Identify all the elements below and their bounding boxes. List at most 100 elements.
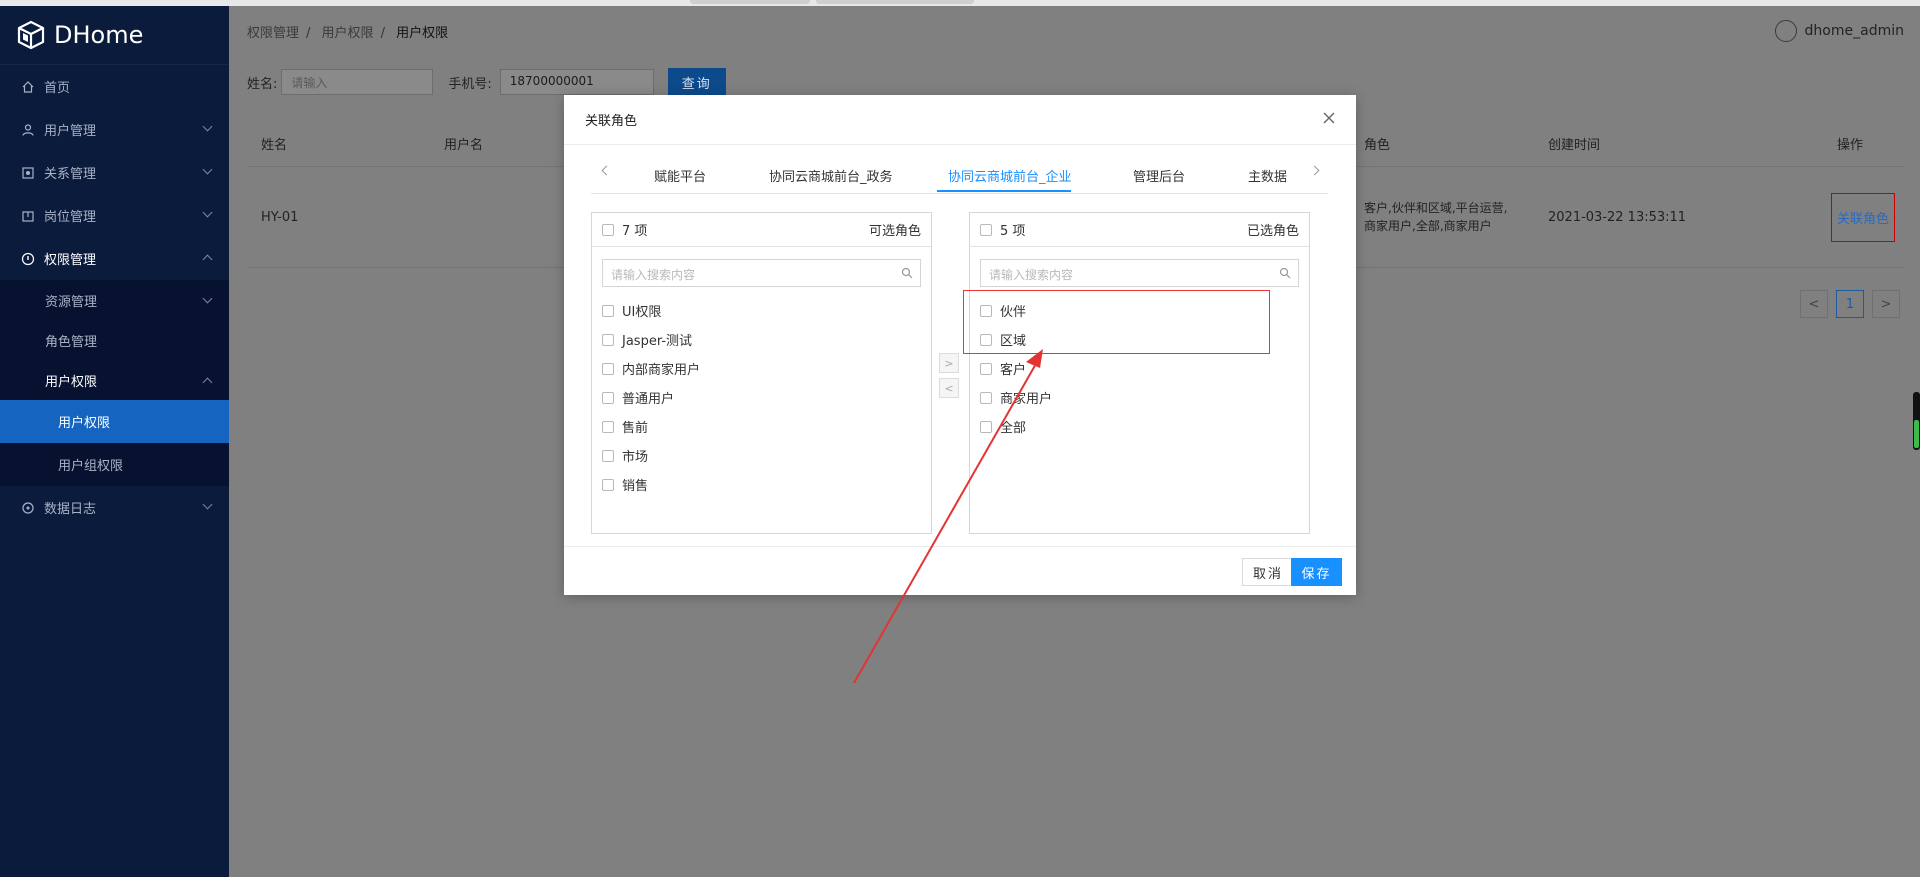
- avatar-icon: [1774, 20, 1797, 42]
- tab-mall-government[interactable]: 协同云商城前台_政务: [769, 166, 893, 185]
- list-item[interactable]: 市场: [602, 441, 931, 470]
- user-icon: [22, 123, 34, 136]
- tab-admin-backend[interactable]: 管理后台: [1133, 166, 1185, 185]
- tab-empower-platform[interactable]: 赋能平台: [654, 166, 706, 185]
- move-right-button[interactable]: >: [939, 353, 959, 373]
- checkbox[interactable]: [602, 362, 614, 375]
- sidebar-item-label: 用户权限: [45, 374, 98, 390]
- list-item[interactable]: 普通用户: [602, 383, 931, 412]
- breadcrumb-current: 用户权限: [396, 26, 449, 41]
- list-item[interactable]: 售前: [602, 412, 931, 441]
- search-icon: [1279, 267, 1291, 279]
- list-item-label: 全部: [1000, 421, 1027, 436]
- breadcrumb-item[interactable]: 用户权限: [322, 26, 374, 41]
- chevron-down-icon: [202, 164, 213, 175]
- list-item[interactable]: UI权限: [602, 296, 931, 325]
- transfer-buttons: > <: [939, 353, 959, 403]
- checkbox[interactable]: [602, 478, 614, 491]
- browser-top-strip: [0, 0, 1920, 6]
- sidebar-item-relation-management[interactable]: 关系管理: [0, 151, 229, 194]
- list-item[interactable]: 客户: [980, 354, 1309, 383]
- chevron-down-icon: [202, 499, 213, 510]
- pagination-prev[interactable]: <: [1800, 290, 1828, 318]
- pagination: < 1 >: [1792, 290, 1900, 318]
- pagination-page[interactable]: 1: [1836, 290, 1864, 318]
- save-button[interactable]: 保存: [1291, 558, 1342, 586]
- chevron-down-icon: [202, 207, 213, 218]
- sidebar-item-resource-management[interactable]: 资源管理: [0, 280, 229, 320]
- list-item[interactable]: 商家用户: [980, 383, 1309, 412]
- breadcrumb-item[interactable]: 权限管理: [247, 26, 299, 41]
- scroll-indicator[interactable]: [1913, 392, 1920, 450]
- browser-tab[interactable]: [816, 0, 974, 4]
- sidebar-item-label: 资源管理: [45, 294, 98, 310]
- panel-header: 5 项 已选角色: [970, 213, 1309, 247]
- search-input[interactable]: 请输入搜索内容: [980, 259, 1299, 287]
- brand-name: DHome: [54, 21, 144, 49]
- user-name: dhome_admin: [1804, 23, 1904, 39]
- sidebar-item-label: 用户管理: [44, 124, 97, 139]
- select-all-checkbox[interactable]: [980, 223, 992, 236]
- tab-mall-enterprise[interactable]: 协同云商城前台_企业: [948, 166, 1072, 185]
- query-button[interactable]: 查询: [667, 68, 726, 96]
- select-all-checkbox[interactable]: [602, 223, 614, 236]
- cancel-button[interactable]: 取消: [1242, 558, 1294, 586]
- sidebar-item-post-management[interactable]: 岗位管理: [0, 194, 229, 237]
- search-icon: [901, 267, 913, 279]
- checkbox[interactable]: [980, 362, 992, 375]
- checkbox[interactable]: [980, 391, 992, 404]
- cell-roles: 客户,伙伴和区域,平台运营, 商家用户,全部,商家用户: [1364, 199, 1524, 235]
- list-item[interactable]: 全部: [980, 412, 1309, 441]
- checkbox[interactable]: [602, 420, 614, 433]
- checkbox[interactable]: [980, 420, 992, 433]
- pagination-next[interactable]: >: [1872, 290, 1900, 318]
- list-item[interactable]: 销售: [602, 470, 931, 499]
- sidebar-item-user-management[interactable]: 用户管理: [0, 108, 229, 151]
- list-item-label: 普通用户: [622, 392, 675, 407]
- tab-scroll-left-icon[interactable]: [601, 165, 612, 176]
- selected-roles-panel: 5 项 已选角色 请输入搜索内容 伙伴 区域 客户 商家用户 全部: [969, 212, 1310, 534]
- name-input[interactable]: 请输入: [281, 69, 434, 95]
- close-icon[interactable]: [1322, 111, 1336, 125]
- sidebar-item-user-permission[interactable]: 用户权限: [0, 400, 229, 443]
- cell-roles-line: 客户,伙伴和区域,平台运营,: [1364, 201, 1508, 215]
- brand[interactable]: DHome: [0, 6, 229, 65]
- sidebar-item-user-group-permission[interactable]: 用户组权限: [0, 443, 229, 486]
- sidebar-item-permission-management[interactable]: 权限管理: [0, 237, 229, 280]
- browser-tab[interactable]: [690, 0, 810, 4]
- move-left-button[interactable]: <: [939, 378, 959, 398]
- chevron-down-icon: [202, 293, 213, 304]
- checkbox[interactable]: [602, 304, 614, 317]
- list-item-label: 销售: [622, 479, 649, 494]
- sidebar-item-label: 角色管理: [45, 334, 98, 350]
- sidebar-item-role-management[interactable]: 角色管理: [0, 320, 229, 360]
- sidebar-item-data-log[interactable]: 数据日志: [0, 486, 229, 529]
- list-item[interactable]: Jasper-测试: [602, 325, 931, 354]
- cell-name: HY-01: [261, 209, 299, 225]
- panel-title: 已选角色: [1246, 224, 1299, 239]
- column-header-name: 姓名: [261, 137, 288, 153]
- sidebar: DHome 首页 用户管理 关系管理 岗位管理 权限管理 资源管理 角色管理 用…: [0, 6, 229, 877]
- link-associate-role[interactable]: 关联角色: [1831, 192, 1896, 242]
- checkbox[interactable]: [602, 391, 614, 404]
- shield-icon: [21, 252, 35, 265]
- panel-title: 可选角色: [868, 224, 921, 239]
- user-menu[interactable]: dhome_admin: [1774, 20, 1904, 42]
- phone-label: 手机号:: [448, 76, 492, 92]
- list-item[interactable]: 内部商家用户: [602, 354, 931, 383]
- checkbox[interactable]: [602, 333, 614, 346]
- sidebar-item-home[interactable]: 首页: [0, 65, 229, 108]
- search-input[interactable]: 请输入搜索内容: [602, 259, 921, 287]
- phone-input[interactable]: 18700000001: [499, 69, 654, 95]
- filter-bar: 姓名: 请输入 手机号: 18700000001 查询: [247, 68, 726, 96]
- sidebar-item-user-permission-group[interactable]: 用户权限: [0, 360, 229, 400]
- sidebar-item-label: 权限管理: [44, 253, 97, 268]
- home-icon: [22, 80, 34, 93]
- available-roles-list: UI权限 Jasper-测试 内部商家用户 普通用户 售前 市场 销售: [592, 296, 931, 499]
- search-placeholder: 请输入搜索内容: [989, 268, 1074, 282]
- tab-master-data[interactable]: 主数据: [1248, 166, 1287, 185]
- dialog-footer: 取消 保存: [564, 546, 1356, 595]
- dialog-title: 关联角色: [564, 95, 1356, 145]
- checkbox[interactable]: [602, 449, 614, 462]
- tab-scroll-right-icon[interactable]: [1309, 165, 1320, 176]
